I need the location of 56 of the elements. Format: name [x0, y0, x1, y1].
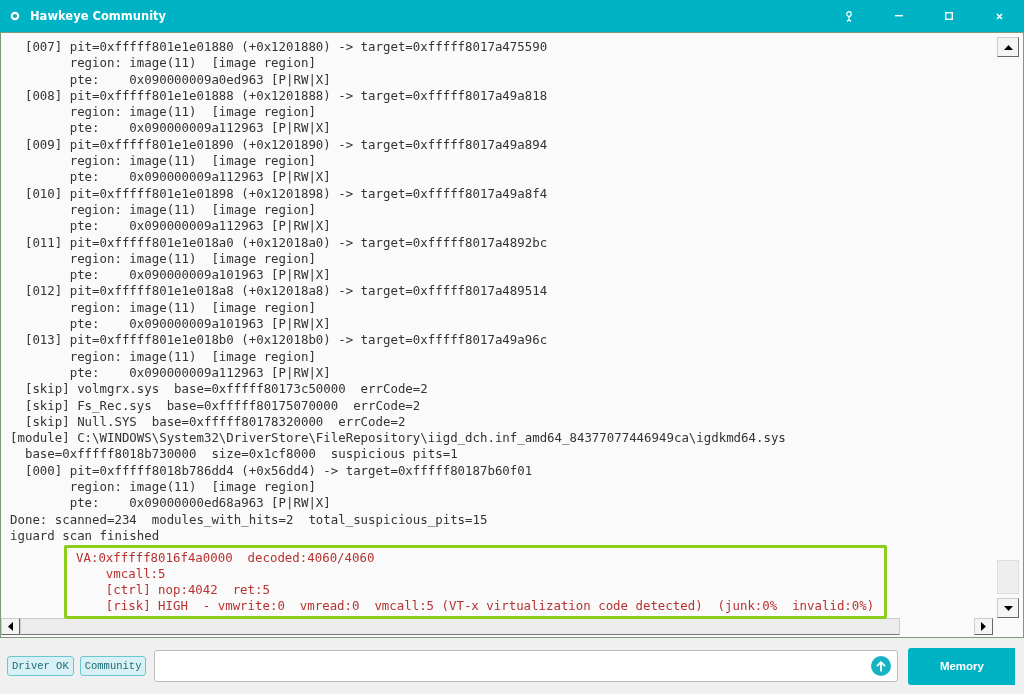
scroll-up-button[interactable] [997, 37, 1019, 57]
log-line: [skip] Null.SYS base=0xfffff80178320000 errCode=2 [23, 413, 407, 431]
log-line: pte: 0x090000009a112963 [P|RW|X] [68, 218, 332, 235]
down-arrow-icon [1003, 605, 1013, 611]
log-line: pte: 0x09000000ed68a963 [P|RW|X] [68, 495, 332, 512]
log-line: [012] pit=0xfffff801e1e018a8 (+0x12018a8) -> target=0xfffff8017a489514 [23, 283, 549, 300]
log-line: pte: 0x090000009a101963 [P|RW|X] [68, 267, 332, 284]
status-badge: Community [79, 656, 147, 676]
log-line: region: image(11) [image region] [68, 55, 317, 72]
log-line: [000] pit=0xfffff8018b786dd4 (+0x56dd4) -> target=0xfffff80187b60f01 [23, 462, 534, 479]
status-badge: Driver OK [7, 656, 74, 676]
log-line: pte: 0x090000009a112963 [P|RW|X] [68, 169, 332, 186]
log-line: vmcall:5 [104, 566, 167, 582]
scroll-right-button[interactable] [974, 618, 993, 635]
right-arrow-icon [981, 622, 986, 631]
log-line: pte: 0x090000009a112963 [P|RW|X] [68, 120, 332, 137]
maximize-icon [945, 12, 953, 20]
log-line: iguard scan finished [10, 527, 161, 545]
log-line: region: image(11) [image region] [68, 250, 317, 268]
log-line: [ctrl] nop:4042 ret:5 [104, 582, 271, 598]
log-line: region: image(11) [image region] [68, 299, 317, 317]
message-input[interactable] [154, 650, 899, 682]
log-line: region: image(11) [image region] [68, 153, 317, 170]
pin-icon [845, 10, 853, 22]
log-line: region: image(11) [image region] [68, 348, 317, 365]
log-line: pte: 0x090000009a101963 [P|RW|X] [68, 316, 332, 333]
close-icon [995, 12, 1003, 20]
log-line: [010] pit=0xfffff801e1e01898 (+0x1201898) -> target=0xfffff8017a49a8f4 [23, 185, 549, 202]
log-line: Done: scanned=234 modules_with_hits=2 total_suspicious_pits=15 [10, 511, 489, 528]
log-line: [module] C:\WINDOWS\System32\DriverStore\FileRepository\iigd_dch.inf_amd64_84377077446949ca\igdkmd64.sys [10, 430, 787, 447]
window-title: Hawkeye Community [30, 9, 167, 23]
log-line: [skip] volmgrx.sys base=0xfffff80173c50000 errCode=2 [23, 381, 429, 398]
minimize-icon [895, 15, 903, 17]
scroll-down-button[interactable] [997, 598, 1019, 618]
log-line: [risk] HIGH - vmwrite:0 vmread:0 vmcall:5 (VT-x virtualization code detected) (junk:0% invalid:0%) [104, 598, 876, 614]
scroll-thumb[interactable] [997, 560, 1019, 594]
app-icon [10, 11, 20, 21]
log-line: pte: 0x090000009a0ed963 [P|RW|X] [68, 71, 332, 88]
log-line: pte: 0x090000009a112963 [P|RW|X] [68, 364, 332, 382]
log-line: region: image(11) [image region] [68, 479, 317, 496]
log-line: [skip] Fs_Rec.sys base=0xfffff80175070000 errCode=2 [23, 397, 422, 414]
log-line: VA:0xfffff8016f4a0000 decoded:4060/4060 [76, 550, 376, 566]
log-line: [013] pit=0xfffff801e1e018b0 (+0x12018b0) -> target=0xfffff8017a49a96c [23, 332, 549, 349]
up-arrow-icon [876, 660, 887, 672]
log-line: base=0xfffff8018b730000 size=0x1cf8000 suspicious pits=1 [23, 446, 459, 463]
log-line: [007] pit=0xfffff801e1e01880 (+0x1201880) -> target=0xfffff8017a475590 [23, 39, 549, 56]
log-line: [008] pit=0xfffff801e1e01888 (+0x1201888) -> target=0xfffff8017a49a818 [23, 87, 549, 105]
log-line: region: image(11) [image region] [68, 104, 317, 121]
log-line: region: image(11) [image region] [68, 201, 317, 219]
left-arrow-icon [8, 622, 13, 631]
send-button[interactable] [871, 656, 892, 676]
log-line: [009] pit=0xfffff801e1e01890 (+0x1201890) -> target=0xfffff8017a49a894 [23, 136, 549, 154]
log-line: [011] pit=0xfffff801e1e018a0 (+0x12018a0) -> target=0xfffff8017a4892bc [23, 234, 549, 251]
scroll-left-button[interactable] [1, 618, 20, 635]
memory-button[interactable]: Memory [908, 647, 1016, 685]
up-arrow-icon [1003, 44, 1013, 50]
